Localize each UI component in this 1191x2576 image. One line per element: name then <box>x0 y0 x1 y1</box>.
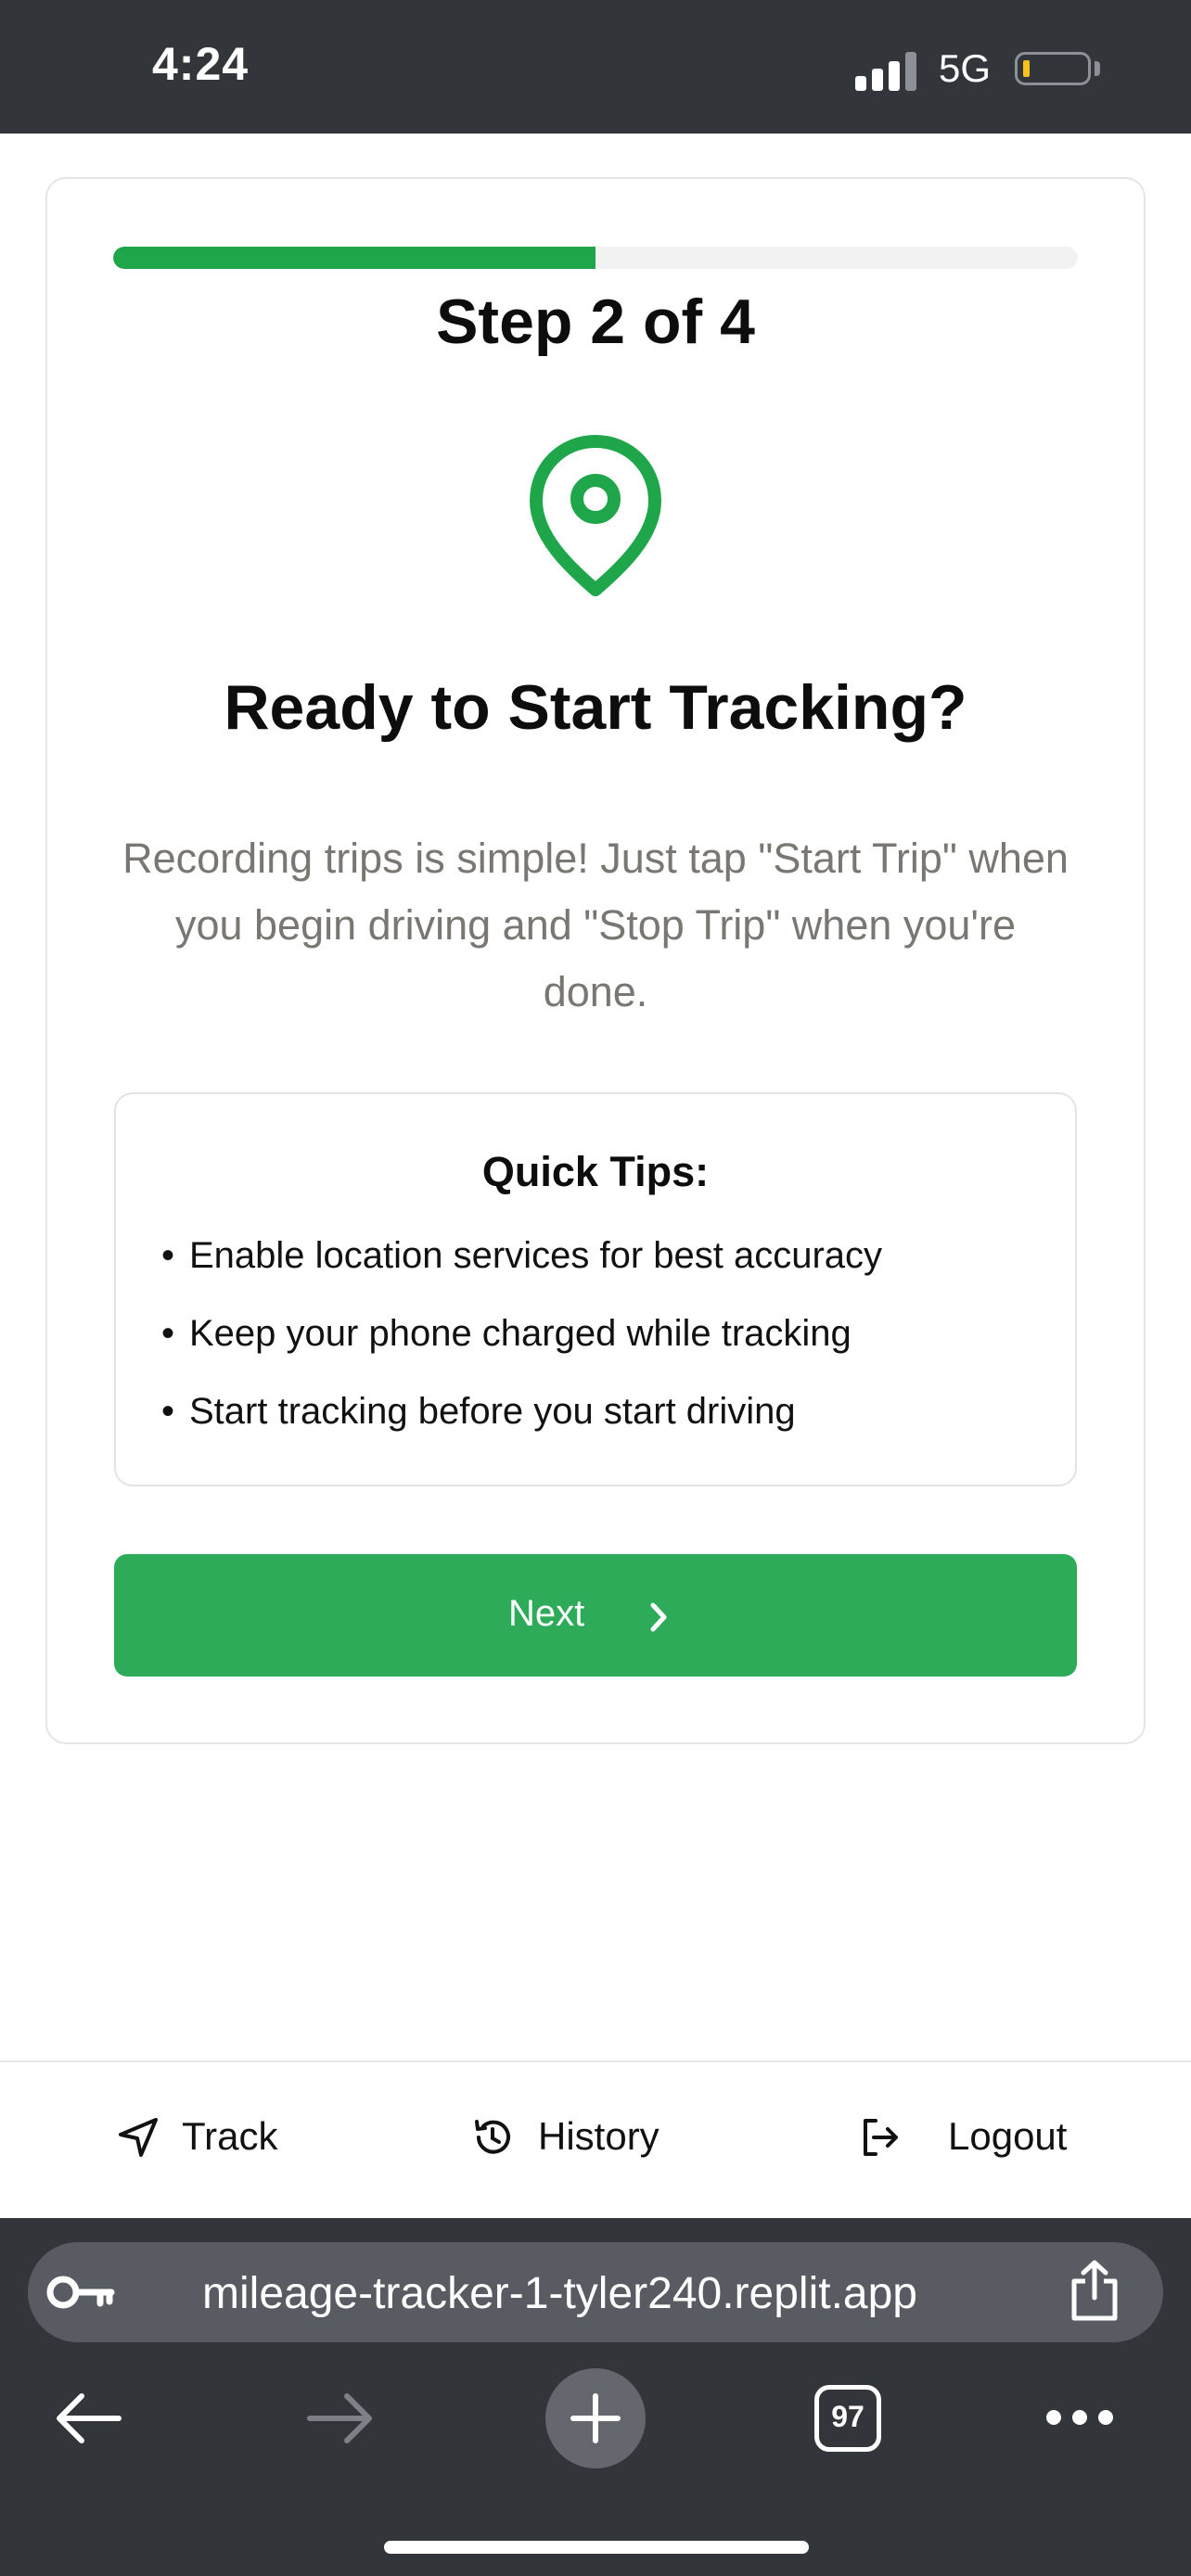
tip-text: Start tracking before you start driving <box>189 1391 796 1432</box>
history-icon <box>475 2120 510 2154</box>
status-bar: 4:24 5G <box>0 0 1191 134</box>
nav-history-label: History <box>538 2114 660 2158</box>
logout-icon <box>864 2119 898 2156</box>
forward-arrow-icon[interactable] <box>306 2392 375 2444</box>
onboarding-description: Recording trips is simple! Just tap "Sta… <box>122 835 1069 1015</box>
progress-bar <box>113 247 1078 269</box>
bottom-nav-divider <box>0 2060 1191 2062</box>
tip-item: Keep your phone charged while tracking <box>161 1313 852 1355</box>
next-button[interactable] <box>114 1554 1077 1677</box>
tip-text: Enable location services for best accura… <box>189 1235 883 1276</box>
back-arrow-icon[interactable] <box>54 2392 122 2444</box>
next-button-label[interactable]: Next <box>508 1593 584 1635</box>
onboarding-title: Ready to Start Tracking? <box>224 672 967 743</box>
quick-tips-title: Quick Tips: <box>481 1148 710 1195</box>
nav-logout-label: Logout <box>948 2114 1068 2158</box>
nav-track[interactable]: Track <box>117 2105 302 2179</box>
battery-low-icon <box>1015 52 1091 85</box>
progress-fill <box>113 247 596 269</box>
key-icon <box>46 2276 115 2309</box>
nav-track-label: Track <box>182 2114 278 2158</box>
more-icon[interactable] <box>1044 2405 1115 2429</box>
tip-text: Keep your phone charged while tracking <box>189 1313 852 1354</box>
map-pin-icon <box>530 435 661 596</box>
network-type: 5G <box>939 46 992 90</box>
nav-logout[interactable]: Logout <box>859 2105 1082 2179</box>
url-text[interactable]: mileage-tracker-1-tyler240.replit.app <box>202 2268 917 2319</box>
chevron-right-icon[interactable] <box>646 1600 672 1634</box>
tab-count[interactable]: 97 <box>814 2400 881 2434</box>
status-time: 4:24 <box>152 38 250 90</box>
plus-icon[interactable] <box>566 2389 625 2448</box>
nav-history[interactable]: History <box>471 2105 694 2179</box>
cellular-signal-icon <box>855 52 920 91</box>
navigation-arrow-icon <box>119 2118 158 2157</box>
step-label: Step 2 of 4 <box>436 287 755 357</box>
share-icon[interactable] <box>1069 2259 1121 2324</box>
tip-item: Enable location services for best accura… <box>161 1235 883 1277</box>
battery-nub <box>1095 61 1100 76</box>
home-indicator <box>384 2541 809 2554</box>
tip-item: Start tracking before you start driving <box>161 1391 796 1433</box>
